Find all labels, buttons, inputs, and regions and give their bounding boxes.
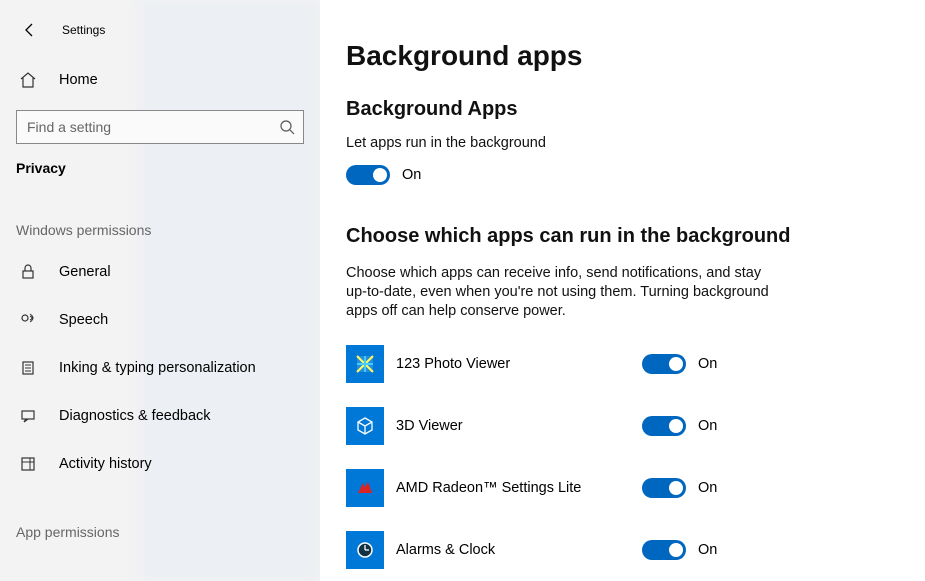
section-background-apps-title: Background Apps (346, 98, 925, 121)
master-toggle[interactable] (346, 165, 390, 185)
app-icon-amd-radeon (346, 469, 384, 507)
header-row: Settings (0, 12, 320, 48)
master-toggle-state: On (402, 167, 421, 183)
app-name: 123 Photo Viewer (396, 356, 636, 372)
app-toggle[interactable] (642, 416, 686, 436)
home-label: Home (59, 72, 98, 88)
search-box[interactable] (16, 110, 304, 144)
feedback-icon (19, 408, 37, 424)
app-name: 3D Viewer (396, 418, 636, 434)
sidebar-item-speech[interactable]: Speech (0, 296, 320, 344)
search-container (0, 100, 320, 144)
sidebar-item-label: General (59, 264, 111, 280)
app-icon-photo-viewer (346, 345, 384, 383)
app-icon-3d-viewer (346, 407, 384, 445)
sidebar-item-inking[interactable]: Inking & typing personalization (0, 344, 320, 392)
sidebar-item-label: Inking & typing personalization (59, 360, 256, 376)
app-name: AMD Radeon™ Settings Lite (396, 480, 636, 496)
app-toggle[interactable] (642, 540, 686, 560)
app-toggle[interactable] (642, 478, 686, 498)
app-toggle-state: On (698, 542, 717, 558)
app-row: 3D Viewer On (346, 407, 925, 445)
section-windows-permissions: Windows permissions (0, 222, 320, 238)
history-icon (19, 456, 37, 472)
app-toggle-state: On (698, 418, 717, 434)
page-title: Background apps (346, 40, 925, 72)
app-name: Alarms & Clock (396, 542, 636, 558)
speech-icon (19, 312, 37, 328)
app-row: 123 Photo Viewer On (346, 345, 925, 383)
sidebar: Settings Home Privacy Windows permission… (0, 0, 320, 581)
sidebar-item-label: Activity history (59, 456, 152, 472)
section-choose-apps-title: Choose which apps can run in the backgro… (346, 225, 925, 248)
section-choose-apps-description: Choose which apps can receive info, send… (346, 264, 786, 321)
clipboard-icon (19, 360, 37, 376)
search-input[interactable] (27, 119, 279, 135)
app-row: AMD Radeon™ Settings Lite On (346, 469, 925, 507)
sidebar-item-label: Speech (59, 312, 108, 328)
sidebar-item-diagnostics[interactable]: Diagnostics & feedback (0, 392, 320, 440)
sidebar-item-label: Diagnostics & feedback (59, 408, 211, 424)
settings-title: Settings (62, 23, 105, 37)
back-button[interactable] (18, 18, 42, 42)
app-toggle-state: On (698, 356, 717, 372)
home-icon (19, 71, 37, 89)
app-row: Alarms & Clock On (346, 531, 925, 569)
sidebar-item-home[interactable]: Home (0, 60, 320, 100)
master-toggle-row: On (346, 165, 925, 185)
sidebar-item-activity[interactable]: Activity history (0, 440, 320, 488)
search-icon (279, 119, 295, 135)
sidebar-item-general[interactable]: General (0, 248, 320, 296)
app-toggle-state: On (698, 480, 717, 496)
lock-icon (19, 264, 37, 280)
app-toggle[interactable] (642, 354, 686, 374)
app-icon-alarms-clock (346, 531, 384, 569)
privacy-category-label: Privacy (0, 144, 320, 176)
section-app-permissions: App permissions (0, 524, 320, 540)
main-content: Background apps Background Apps Let apps… (320, 0, 925, 581)
master-toggle-description: Let apps run in the background (346, 135, 925, 151)
back-arrow-icon (22, 22, 38, 38)
